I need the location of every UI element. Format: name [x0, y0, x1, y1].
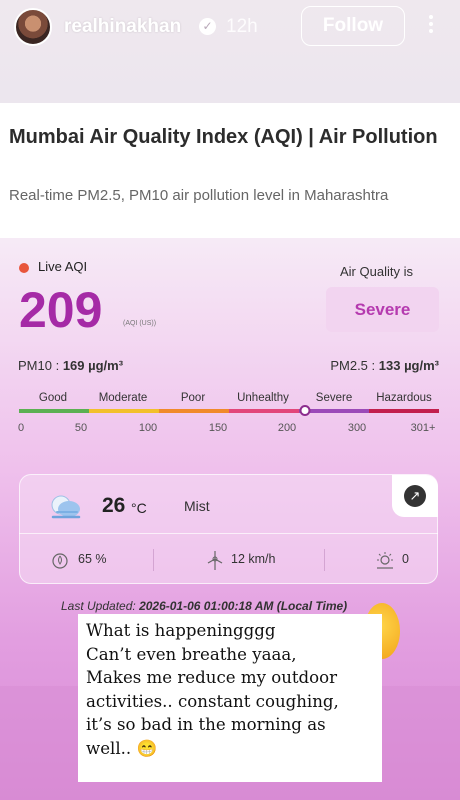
- pm10-value: 169 µg/m³: [62, 358, 124, 373]
- category-label: Poor: [180, 392, 206, 404]
- tick-label: 0: [17, 422, 25, 434]
- caption-line: well.. 😁: [86, 738, 158, 758]
- avatar[interactable]: [14, 8, 52, 46]
- divider: [324, 549, 325, 571]
- aqi-scale-segment: [159, 409, 229, 413]
- caption-line: activities.. constant coughing,: [86, 691, 339, 711]
- caption-line: Makes me reduce my outdoor: [86, 668, 338, 688]
- status-badge: Severe: [326, 287, 439, 332]
- aqi-value: 209: [19, 282, 103, 338]
- last-updated-value: 2026-01-06 01:00:18 AM (Local Time): [139, 599, 348, 613]
- wind-icon: [207, 551, 223, 570]
- category-label: Unhealthy: [237, 392, 289, 404]
- aqi-unit: (AQI (US)): [123, 320, 157, 327]
- pm25-reading: PM2.5 : 133 µg/m³: [330, 358, 439, 373]
- wind-value: 12 km/h: [231, 552, 276, 566]
- last-updated-label: Last Updated:: [61, 599, 136, 613]
- tick-label: 301+: [410, 422, 436, 434]
- humidity-icon: [52, 553, 68, 569]
- uv-value: 0: [402, 552, 409, 566]
- humidity-value: 65 %: [78, 552, 107, 566]
- aqi-scale-segment: [89, 409, 159, 413]
- live-aqi-label: Live AQI: [38, 259, 88, 274]
- pm10-reading: PM10 : 169 µg/m³: [18, 358, 123, 373]
- follow-button[interactable]: Follow: [301, 6, 405, 46]
- pm25-label: PM2.5 :: [330, 358, 376, 373]
- tick-label: 200: [277, 422, 297, 434]
- caption-line: What is happeningggg: [86, 621, 276, 640]
- cloud-mist-icon: [51, 495, 81, 519]
- category-label: Severe: [315, 392, 353, 404]
- category-label: Good: [38, 392, 68, 404]
- sun-uv-icon: [377, 552, 393, 569]
- temperature-unit: °C: [131, 500, 147, 516]
- category-label: Moderate: [98, 392, 148, 404]
- aqi-scale-marker: [299, 405, 311, 416]
- pm10-label: PM10 :: [18, 358, 60, 373]
- weather-condition: Mist: [184, 498, 210, 514]
- article-header: Mumbai Air Quality Index (AQI) | Air Pol…: [0, 103, 460, 238]
- verified-icon: ✓: [199, 18, 216, 35]
- story-caption: What is happeningggg Can’t even breathe …: [78, 614, 382, 782]
- aqi-scale-segment: [19, 409, 89, 413]
- tick-label: 100: [138, 422, 158, 434]
- caption-line: Can’t even breathe yaaa,: [86, 644, 297, 664]
- aqi-scale-bar: [19, 409, 439, 413]
- aqi-scale-segment: [369, 409, 439, 413]
- pm25-value: 133 µg/m³: [378, 358, 439, 373]
- expand-button[interactable]: ↗: [392, 475, 438, 517]
- live-indicator-icon: [19, 263, 29, 273]
- tick-label: 50: [74, 422, 88, 434]
- page-title: Mumbai Air Quality Index (AQI) | Air Pol…: [9, 126, 438, 148]
- air-quality-label: Air Quality is: [340, 264, 413, 279]
- page-subtitle: Real-time PM2.5, PM10 air pollution leve…: [9, 187, 389, 204]
- divider: [19, 533, 438, 534]
- tick-label: 150: [208, 422, 228, 434]
- temperature-value: 26: [102, 494, 126, 517]
- divider: [153, 549, 154, 571]
- category-label: Hazardous: [376, 392, 432, 404]
- story-time: 12h: [226, 16, 258, 37]
- last-updated: Last Updated: 2026-01-06 01:00:18 AM (Lo…: [61, 599, 347, 613]
- more-options-icon[interactable]: [425, 12, 437, 40]
- aqi-scale-segment: [229, 409, 299, 413]
- story-header: realhinakhan ✓ 12h Follow: [0, 0, 460, 100]
- arrow-expand-icon: ↗: [404, 485, 426, 507]
- tick-label: 300: [347, 422, 367, 434]
- username[interactable]: realhinakhan: [64, 16, 181, 38]
- caption-line: it’s so bad in the morning as: [86, 715, 326, 735]
